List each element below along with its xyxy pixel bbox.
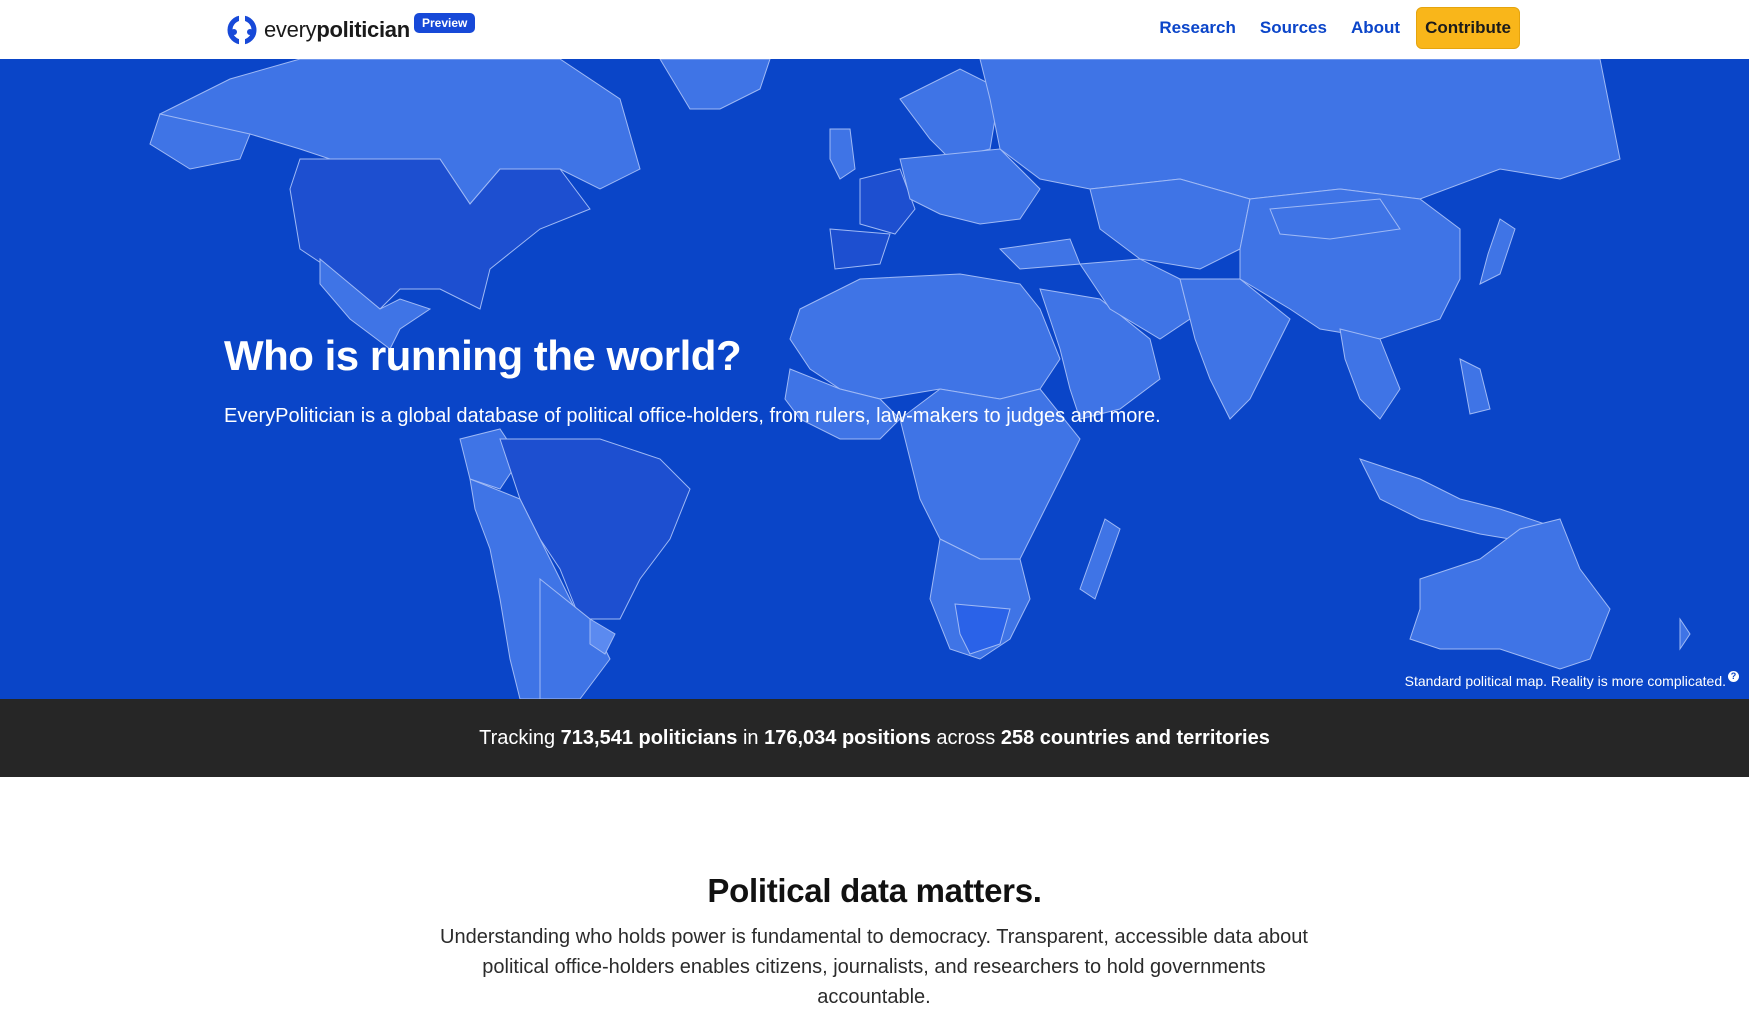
map-greenland	[659, 59, 771, 110]
section-body: Understanding who holds power is fundame…	[440, 926, 1308, 1008]
logo-text-light: every	[264, 17, 317, 42]
map-se-asia	[1339, 328, 1401, 420]
nav-sources[interactable]: Sources	[1260, 18, 1327, 38]
map-turkey	[998, 238, 1081, 270]
map-india	[1179, 278, 1291, 420]
map-japan	[1479, 218, 1516, 285]
map-madagascar	[1079, 518, 1121, 600]
preview-badge: Preview	[414, 13, 476, 33]
map-australia	[1409, 518, 1611, 670]
nav-about[interactable]: About	[1351, 18, 1400, 38]
logo-mark-icon	[227, 15, 257, 45]
map-caption: Standard political map. Reality is more …	[1404, 671, 1739, 689]
hero: Who is running the world? EveryPoliticia…	[0, 59, 1749, 699]
map-central-asia	[1089, 178, 1251, 270]
map-north-africa	[789, 273, 1061, 400]
logo-wordmark: everypolitician	[264, 17, 410, 43]
map-new-zealand	[1679, 617, 1691, 651]
nav-research[interactable]: Research	[1159, 18, 1236, 38]
logo-text-bold: politician	[316, 17, 410, 42]
map-caption-text: Standard political map. Reality is more …	[1404, 673, 1726, 689]
map-spain	[829, 228, 891, 270]
hero-title: Who is running the world?	[224, 332, 742, 379]
stats-politicians: 713,541 politicians	[560, 726, 738, 749]
logo[interactable]: everypolitician	[224, 12, 410, 48]
site-header: everypolitician Preview Research Sources…	[0, 0, 1749, 59]
map-philippines	[1459, 358, 1491, 415]
stats-positions: 176,034 positions	[764, 726, 931, 749]
stats-bar: Tracking 713,541 politicians in 176,034 …	[0, 699, 1749, 777]
stats-mid1: in	[737, 726, 765, 749]
contribute-button[interactable]: Contribute	[1416, 7, 1520, 49]
section-title: Political data matters.	[707, 872, 1042, 909]
stats-mid2: across	[930, 726, 1001, 749]
main-nav: Research Sources About Contribute	[1135, 7, 1520, 49]
map-russia	[979, 59, 1621, 200]
hero-subtitle: EveryPolitician is a global database of …	[224, 405, 1161, 427]
stats-prefix: Tracking	[479, 726, 561, 749]
question-icon[interactable]: ?	[1728, 671, 1739, 682]
map-uk	[829, 128, 856, 180]
map-scandinavia	[899, 68, 1001, 160]
stats-countries: 258 countries and territories	[1000, 726, 1270, 749]
